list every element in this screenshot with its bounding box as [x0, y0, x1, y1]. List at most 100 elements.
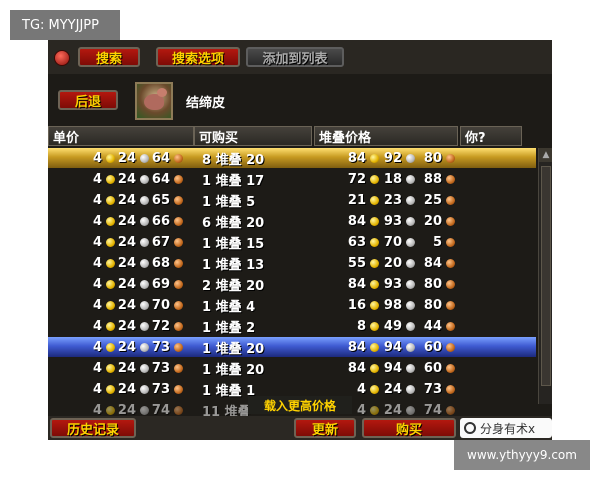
stack-copper-value: 60: [423, 360, 442, 376]
silver-coin-icon: [406, 237, 415, 247]
stack-gold-value: 84: [347, 360, 366, 376]
unit-copper-value: 73: [151, 339, 170, 355]
unit-silver-value: 24: [117, 234, 136, 250]
copper-coin-icon: [174, 279, 183, 289]
gold-coin-icon: [106, 216, 115, 226]
weibo-icon: [464, 422, 476, 434]
available-stacks: 1 堆叠 5: [202, 194, 256, 210]
silver-coin-icon: [140, 237, 149, 247]
unit-copper-value: 64: [151, 171, 170, 187]
silver-coin-icon: [140, 174, 149, 184]
unit-copper-value: 70: [151, 297, 170, 313]
copper-coin-icon: [446, 384, 455, 394]
unit-gold-value: 4: [92, 234, 102, 250]
unit-silver-value: 24: [117, 276, 136, 292]
unit-silver-value: 24: [117, 381, 136, 397]
table-row[interactable]: 4 24 66 6 堆叠 20 84 93 20: [48, 211, 536, 231]
gold-coin-icon: [106, 363, 115, 373]
gold-coin-icon: [106, 384, 115, 394]
unit-silver-value: 24: [117, 339, 136, 355]
scroll-thumb[interactable]: [541, 166, 551, 386]
stack-copper-value: 80: [423, 297, 442, 313]
table-row[interactable]: 4 24 73 1 堆叠 20 84 94 60: [48, 337, 536, 357]
column-header-yours[interactable]: 你?: [460, 126, 522, 146]
back-button[interactable]: 后退: [58, 90, 118, 110]
table-row[interactable]: 4 24 68 1 堆叠 13 55 20 84: [48, 253, 536, 273]
stack-silver-value: 94: [383, 360, 402, 376]
table-row[interactable]: 4 24 69 2 堆叠 20 84 93 80: [48, 274, 536, 294]
scrollbar[interactable]: ▲: [538, 148, 552, 404]
copper-coin-icon: [174, 216, 183, 226]
gold-coin-icon: [370, 237, 379, 247]
available-stacks: 1 堆叠 20: [202, 362, 265, 378]
gold-coin-icon: [370, 216, 379, 226]
table-row[interactable]: 4 24 73 1 堆叠 20 84 94 60: [48, 358, 536, 378]
table-row[interactable]: 4 24 64 1 堆叠 17 72 18 88: [48, 169, 536, 189]
weibo-badge: 分身有术x: [460, 418, 552, 438]
unit-copper-value: 72: [151, 318, 170, 334]
table-row[interactable]: 4 24 72 1 堆叠 2 8 49 44: [48, 316, 536, 336]
red-gem-icon[interactable]: [54, 50, 70, 66]
column-header-stack-price[interactable]: 堆叠价格: [314, 126, 458, 146]
silver-coin-icon: [406, 153, 415, 163]
copper-coin-icon: [446, 195, 455, 205]
silver-coin-icon: [140, 363, 149, 373]
unit-copper-value: 68: [151, 255, 170, 271]
stack-gold-value: 8: [356, 318, 366, 334]
stack-copper-value: 20: [423, 213, 442, 229]
scroll-up-icon[interactable]: ▲: [539, 148, 552, 162]
table-row[interactable]: 4 24 64 8 堆叠 20 84 92 80: [48, 148, 536, 168]
stack-gold-value: 84: [347, 339, 366, 355]
stack-gold-value: 84: [347, 276, 366, 292]
watermark-url: www.ythyyy9.com: [454, 440, 590, 470]
stack-silver-value: 93: [383, 276, 402, 292]
silver-coin-icon: [406, 174, 415, 184]
creature-portrait-icon: [135, 82, 173, 120]
stack-copper-value: 80: [423, 150, 442, 166]
copper-coin-icon: [174, 384, 183, 394]
unit-gold-value: 4: [92, 339, 102, 355]
table-row[interactable]: 4 24 70 1 堆叠 4 16 98 80: [48, 295, 536, 315]
unit-silver-value: 24: [117, 192, 136, 208]
search-options-button[interactable]: 搜索选项: [156, 47, 240, 67]
unit-copper-value: 67: [151, 234, 170, 250]
copper-coin-icon: [174, 300, 183, 310]
history-button[interactable]: 历史记录: [50, 418, 136, 438]
silver-coin-icon: [140, 300, 149, 310]
column-header-available[interactable]: 可购买: [194, 126, 312, 146]
column-header-unit-price[interactable]: 单价: [48, 126, 194, 146]
unit-silver-value: 24: [117, 318, 136, 334]
buy-button[interactable]: 购买: [362, 418, 456, 438]
copper-coin-icon: [446, 153, 455, 163]
stack-copper-value: 44: [423, 318, 442, 334]
unit-silver-value: 24: [117, 213, 136, 229]
unit-silver-value: 24: [117, 360, 136, 376]
stack-copper-value: 80: [423, 276, 442, 292]
refresh-button[interactable]: 更新: [294, 418, 356, 438]
silver-coin-icon: [140, 384, 149, 394]
silver-coin-icon: [406, 342, 415, 352]
unit-gold-value: 4: [92, 297, 102, 313]
load-more-link[interactable]: 载入更高价格: [248, 396, 352, 414]
unit-silver-value: 24: [117, 171, 136, 187]
add-to-list-button[interactable]: 添加到列表: [246, 47, 344, 67]
unit-silver-value: 24: [117, 150, 136, 166]
gold-coin-icon: [370, 153, 379, 163]
copper-coin-icon: [174, 342, 183, 352]
copper-coin-icon: [174, 174, 183, 184]
table-row[interactable]: 4 24 67 1 堆叠 15 63 70 5: [48, 232, 536, 252]
available-stacks: 1 堆叠 15: [202, 236, 265, 252]
unit-gold-value: 4: [92, 192, 102, 208]
stack-silver-value: 98: [383, 297, 402, 313]
silver-coin-icon: [140, 342, 149, 352]
unit-copper-value: 73: [151, 360, 170, 376]
unit-gold-value: 4: [92, 276, 102, 292]
gold-coin-icon: [370, 384, 379, 394]
auction-list: 4 24 64 8 堆叠 20 84 92 80 4 24 64 1 堆叠 17 72 18 88 4 24 6…: [48, 148, 536, 420]
copper-coin-icon: [446, 363, 455, 373]
table-row[interactable]: 4 24 65 1 堆叠 5 21 23 25: [48, 190, 536, 210]
gold-coin-icon: [106, 405, 115, 415]
auction-window: 搜索 搜索选项 添加到列表 后退 结缔皮 单价 可购买 堆叠价格 你? 4 24 6…: [48, 40, 552, 440]
stack-silver-value: 49: [383, 318, 402, 334]
search-button[interactable]: 搜索: [78, 47, 140, 67]
